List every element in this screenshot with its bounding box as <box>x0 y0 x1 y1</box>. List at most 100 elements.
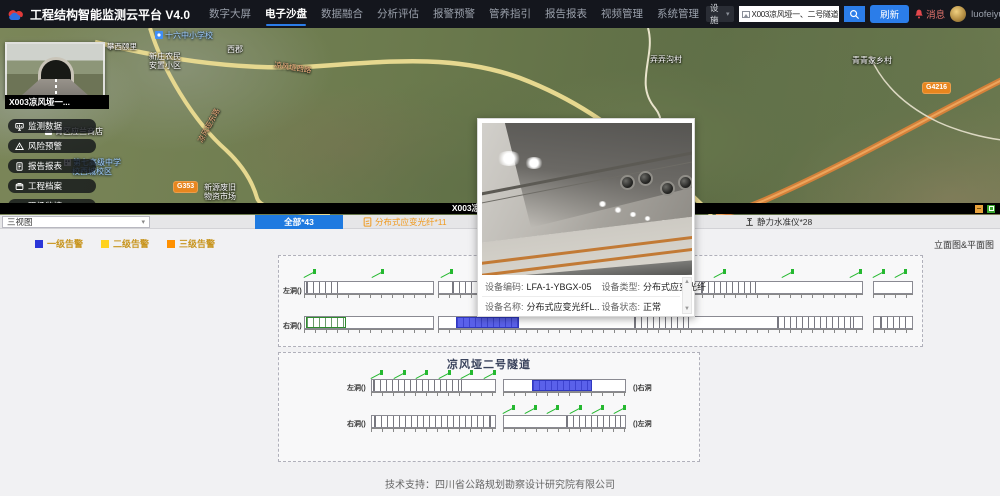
nav-item-reports[interactable]: 报告报表 <box>538 0 594 28</box>
nav-item-maintenance[interactable]: 管养指引 <box>482 0 538 28</box>
tunnel-road-art <box>21 79 89 96</box>
tunnel-thumbnail[interactable] <box>5 42 105 98</box>
device-type: 分布式应变光纤 <box>643 280 706 293</box>
window-controls <box>975 205 995 213</box>
refresh-button[interactable]: 刷新 <box>870 5 909 23</box>
device-code: LFA-1-YBGX-05 <box>527 282 599 292</box>
bell-icon <box>914 9 924 19</box>
tunnel-interior-photo <box>482 123 692 275</box>
nav-item-alarm[interactable]: 报警预警 <box>426 0 482 28</box>
user-avatar[interactable] <box>950 6 966 22</box>
tab-static-levels[interactable]: 静力水准仪*28 <box>740 215 817 229</box>
tab-all-devices[interactable]: 全部*43 <box>255 215 343 229</box>
row-label: 左洞() <box>347 383 366 393</box>
legend-level3: 三级告警 <box>167 237 215 250</box>
tunnel-strip[interactable] <box>304 316 434 329</box>
nav-item-video[interactable]: 视频管理 <box>594 0 650 28</box>
search-icon <box>849 9 860 20</box>
nav-item-bigscreen[interactable]: 数字大屏 <box>202 0 258 28</box>
device-info-row: 设备名称: 分布式应变光纤L... 设备状态: 正常 <box>482 296 680 315</box>
facility-image-icon <box>742 11 750 18</box>
chevron-down-icon: ▾ <box>726 10 730 18</box>
map-label-qingqingjia: 青青家乡村 <box>852 56 892 65</box>
popup-scrollbar[interactable]: ▲ ▼ <box>682 277 692 314</box>
search-field <box>739 6 839 22</box>
sensor-markers-row <box>371 370 496 379</box>
tunnel-strip[interactable] <box>873 316 913 329</box>
tunnel-strip[interactable] <box>371 379 496 392</box>
tunnel-strip[interactable] <box>371 415 496 428</box>
device-popup: 设备编码: LFA-1-YBGX-05 设备类型: 分布式应变光纤 设备名称: … <box>477 118 695 317</box>
jet-fan <box>638 171 653 186</box>
fiber-doc-icon <box>363 217 372 227</box>
search-button[interactable] <box>844 6 866 22</box>
messages-button[interactable]: 消息 <box>914 7 945 21</box>
tunnel-strip[interactable] <box>438 316 863 329</box>
map-label-xinzhuang: 新庄农民安置小区 <box>146 52 184 70</box>
row-label: 右洞() <box>283 321 302 331</box>
tab-fiber-sensors[interactable]: 分布式应变光纤*11 <box>358 215 452 229</box>
footer-text: 技术支持：四川省公路规划勘察设计研究院有限公司 <box>0 476 1000 491</box>
tunnel-strip[interactable] <box>503 415 626 428</box>
chevron-down-icon: ▾ <box>141 218 145 226</box>
road-badge-g353: G353 <box>173 181 198 193</box>
selected-fiber-segment[interactable] <box>456 317 519 328</box>
nav-item-system[interactable]: 系统管理 <box>650 0 706 28</box>
device-info-row: 设备编码: LFA-1-YBGX-05 设备类型: 分布式应变光纤 <box>482 277 680 296</box>
school-icon <box>155 31 163 39</box>
row-label: 左洞() <box>283 286 302 296</box>
sensor-markers-row <box>503 405 626 414</box>
main-nav: 数字大屏 电子沙盘 数据融合 分析评估 报警预警 管养指引 报告报表 视频管理 … <box>202 0 706 28</box>
map-label-nongnonggoucun: 弄弄沟村 <box>650 55 682 64</box>
top-bar: 工程结构智能监测云平台 V4.0 数字大屏 电子沙盘 数据融合 分析评估 报警预… <box>0 0 1000 28</box>
sidebar-item-monitoring-data[interactable]: 监测数据 <box>8 119 96 133</box>
view-select[interactable]: 三视图 ▾ <box>2 216 150 228</box>
tunnel-strip[interactable] <box>304 281 434 294</box>
monitor-icon <box>15 122 24 131</box>
row-label: ()左洞 <box>633 419 652 429</box>
road-badge-g4216: G4216 <box>922 82 951 94</box>
search-input[interactable] <box>752 10 838 19</box>
level1-color-swatch <box>35 240 43 248</box>
device-info-table: 设备编码: LFA-1-YBGX-05 设备类型: 分布式应变光纤 设备名称: … <box>482 277 680 314</box>
nav-item-sandbox[interactable]: 电子沙盘 <box>258 0 314 28</box>
map-label-school16: 十六中小学校 <box>155 31 213 40</box>
facility-select[interactable]: 设施 ▾ <box>706 6 734 22</box>
scroll-up-icon[interactable]: ▲ <box>684 279 690 285</box>
scroll-down-icon[interactable]: ▼ <box>684 306 690 312</box>
legend-level1: 一级告警 <box>35 237 83 250</box>
nav-item-datafusion[interactable]: 数据融合 <box>314 0 370 28</box>
panel-tunnel-2: 凉风垭二号隧道 左洞() ()右洞 右洞() ()左洞 <box>278 352 700 462</box>
row-label: 右洞() <box>347 419 366 429</box>
app-title: 工程结构智能监测云平台 V4.0 <box>30 6 190 23</box>
jet-fan <box>620 175 635 190</box>
sidebar-item-risk-warning[interactable]: 风险预警 <box>8 139 96 153</box>
maximize-icon[interactable] <box>987 205 995 213</box>
tunnel-tooltip[interactable]: X003凉风垭一... <box>5 95 109 109</box>
report-icon <box>15 162 24 171</box>
jet-fan <box>660 181 675 196</box>
topbar-right: 设施 ▾ 刷新 消息 luofeiyu <box>706 5 1000 23</box>
elevation-plan-link[interactable]: 立面图&平面图 <box>934 238 994 251</box>
alert-icon <box>15 142 24 151</box>
app-logo-icon <box>6 7 26 21</box>
level3-color-swatch <box>167 240 175 248</box>
archive-icon <box>15 182 24 191</box>
map-label-xinyuan: 新源废旧物资市场 <box>202 183 238 201</box>
username: luofeiyu <box>971 9 1000 20</box>
level2-color-swatch <box>101 240 109 248</box>
minimize-icon[interactable] <box>975 205 983 213</box>
alarm-legend: 一级告警 二级告警 三级告警 <box>35 237 215 250</box>
legend-level2: 二级告警 <box>101 237 149 250</box>
nav-item-analysis[interactable]: 分析评估 <box>370 0 426 28</box>
jet-fan <box>678 175 692 190</box>
device-name: 分布式应变光纤L... <box>527 300 599 313</box>
tunnel-strip[interactable] <box>873 281 913 294</box>
sensor-markers-row <box>873 269 907 278</box>
tunnel-strip[interactable] <box>503 379 626 392</box>
map-label-xijun: 西郡 <box>227 45 243 54</box>
sidebar-item-archives[interactable]: 工程档案 <box>8 179 96 193</box>
device-status: 正常 <box>643 300 661 313</box>
sidebar-item-reports[interactable]: 报告报表 <box>8 159 96 173</box>
selected-fiber-segment[interactable] <box>532 380 593 391</box>
